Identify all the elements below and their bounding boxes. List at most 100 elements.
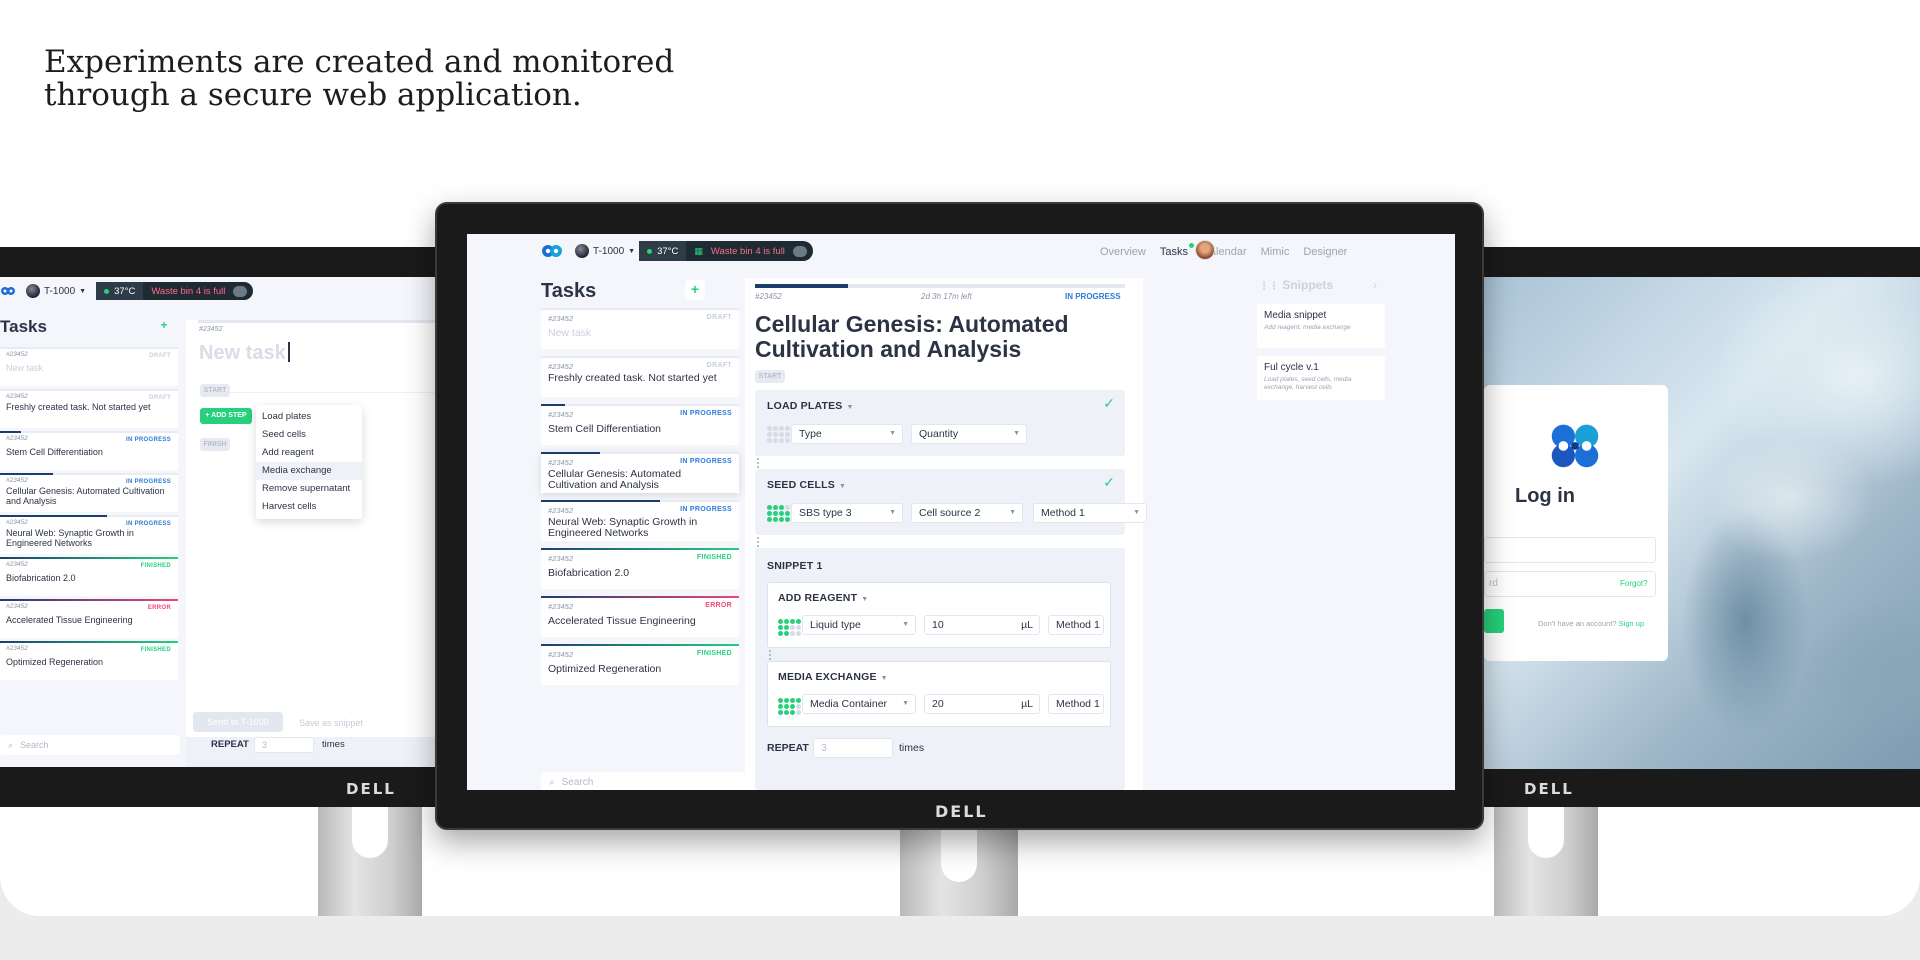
chat-icon[interactable] [233, 285, 248, 297]
task-list-item[interactable]: #23452 ERROR Accelerated Tissue Engineerin… [541, 596, 739, 637]
menu-item[interactable]: Harvest cells [256, 498, 362, 516]
start-chip: START [755, 370, 785, 383]
editor-task-id: #23452 [199, 326, 223, 333]
volume-input[interactable]: 10 µL [924, 615, 1040, 635]
repeat-count-input[interactable]: 3 [813, 738, 893, 758]
task-list-item[interactable]: #23452 DRAFT Freshly created task. Not sta… [541, 356, 739, 397]
menu-item[interactable]: Media exchange [256, 462, 362, 480]
chevron-down-icon: ▼ [902, 700, 909, 707]
media-container-select[interactable]: Media Container ▼ [802, 694, 916, 714]
task-list-item[interactable]: #23452 IN PROGRESS Neural Web: Synaptic Gr… [541, 500, 739, 541]
snippet-card[interactable]: Ful cycle v.1 Load plates, seed cells, me… [1257, 356, 1385, 400]
step-title[interactable]: MEDIA EXCHANGE ▼ [778, 671, 888, 683]
connector [757, 458, 759, 468]
method-select[interactable]: Method 1 [1048, 615, 1104, 635]
check-icon: ✓ [1103, 395, 1115, 411]
method-select[interactable]: Method 1 ▼ [1033, 503, 1147, 523]
plate-grid-icon [778, 619, 801, 636]
quantity-select[interactable]: Quantity ▼ [911, 424, 1027, 444]
task-list-item[interactable]: #23452 FINISHED Optimized Regeneration [541, 644, 739, 685]
task-list-item[interactable]: #23452 IN PROGRESS Neural Web: Synaptic Gr… [0, 515, 178, 554]
snippets-title: Snippets [1282, 278, 1334, 292]
sign-up-link[interactable]: Sign up [1619, 619, 1644, 628]
snippet-block: SNIPPET 1 ADD REAGENT ▼ Liquid type ▼ 10 µL… [755, 548, 1125, 790]
save-snippet-button[interactable]: Save as snippet [299, 718, 363, 728]
task-name-input[interactable]: New task [199, 342, 290, 365]
plate-type-select[interactable]: SBS type 3 ▼ [791, 503, 903, 523]
menu-item[interactable]: Seed cells [256, 426, 362, 444]
task-list-item[interactable]: #23452 IN PROGRESS Stem Cell Differentiati… [541, 404, 739, 445]
signup-prompt: Don't have an account? Sign up [1538, 619, 1644, 628]
warning-text: Waste bin 4 is full [151, 285, 226, 297]
task-name: Cellular Genesis: Automated Cultivation … [6, 486, 165, 506]
task-name: Accelerated Tissue Engineering [6, 615, 133, 625]
menu-item[interactable]: Add reagent [256, 444, 362, 462]
status-bar[interactable]: 37°C Waste bin 4 is full [96, 282, 254, 300]
task-list-item[interactable]: #23452 DRAFT Freshly created task. Not sta… [0, 389, 178, 428]
task-list-item[interactable]: #23452 DRAFT New task [541, 308, 739, 349]
device-selector[interactable]: T-1000 ▼ [575, 244, 635, 258]
menu-item[interactable]: Load plates [256, 408, 362, 426]
menu-item[interactable]: Remove supernatant [256, 480, 362, 498]
snippets-heading: ⋮⋮ Snippets [1259, 278, 1333, 292]
step-title[interactable]: LOAD PLATES ▼ [767, 400, 854, 412]
chat-icon[interactable] [792, 245, 807, 257]
task-list-item[interactable]: #23452 IN PROGRESS Cellular Genesis: Autom… [0, 473, 178, 512]
editor-divider [199, 392, 439, 393]
task-name: Optimized Regeneration [548, 663, 662, 675]
task-name: Biofabrication 2.0 [6, 573, 76, 583]
nav-designer[interactable]: Designer [1303, 246, 1347, 258]
task-list-item[interactable]: #23452 IN PROGRESS Stem Cell Differentiati… [0, 431, 178, 470]
task-list-item[interactable]: #23452 FINISHED Optimized Regeneration [0, 641, 178, 680]
task-name: Freshly created task. Not started yet [6, 402, 151, 412]
new-task-editor: #23452 New task START + ADD STEP FINISH … [186, 320, 440, 740]
search-input[interactable]: ⌕ Search [541, 772, 745, 790]
task-list-item[interactable]: #23452 FINISHED Biofabrication 2.0 [0, 557, 178, 596]
type-select[interactable]: Type ▼ [791, 424, 903, 444]
cell-source-value: Cell source 2 [919, 507, 981, 519]
left-search-input[interactable]: ⌕ Search [0, 735, 180, 755]
add-step-button[interactable]: + ADD STEP [200, 408, 252, 424]
cell-source-select[interactable]: Cell source 2 ▼ [911, 503, 1023, 523]
status-bar[interactable]: 37°C ▦ Waste bin 4 is full [639, 241, 813, 261]
step-title[interactable]: ADD REAGENT ▼ [778, 592, 868, 604]
brand-logo-icon[interactable] [541, 240, 563, 262]
email-field[interactable] [1484, 537, 1656, 563]
task-name: Neural Web: Synaptic Growth in Engineere… [6, 528, 134, 548]
main-nav: Overview Tasks Calendar Mimic Designer [1100, 243, 1347, 258]
add-task-button[interactable]: + [685, 280, 705, 300]
send-to-device-button[interactable]: Send to T-1000 [193, 712, 283, 732]
add-task-button[interactable]: + [155, 317, 173, 335]
task-name: Freshly created task. Not started yet [548, 372, 717, 384]
login-button[interactable] [1484, 609, 1504, 633]
password-placeholder: rd [1489, 578, 1498, 589]
user-avatar[interactable] [1195, 240, 1215, 260]
task-list-item[interactable]: #23452 IN PROGRESS Cellular Genesis: Autom… [541, 452, 739, 493]
volume-value: 10 [932, 619, 944, 631]
temperature-value: 37°C [657, 245, 679, 257]
repeat-count-input[interactable]: 3 [254, 737, 314, 753]
app-topbar: T-1000 ▼ 37°C ▦ Waste bin 4 is full [541, 240, 813, 262]
method-select[interactable]: Method 1 [1048, 694, 1104, 714]
task-list-item[interactable]: #23452 FINISHED Biofabrication 2.0 [541, 548, 739, 589]
chevron-right-icon[interactable]: › [1373, 278, 1377, 292]
nav-overview[interactable]: Overview [1100, 246, 1146, 258]
chevron-down-icon: ▼ [628, 247, 636, 255]
task-list-item[interactable]: #23452 DRAFT New task [0, 347, 178, 386]
temperature-badge: 37°C [96, 282, 144, 300]
nav-mimic[interactable]: Mimic [1261, 246, 1290, 258]
task-progress-track [541, 308, 739, 310]
chevron-down-icon: ▼ [861, 596, 869, 603]
finish-chip: FINISH [200, 438, 230, 451]
liquid-type-select[interactable]: Liquid type ▼ [802, 615, 916, 635]
chevron-down-icon: ▼ [1009, 509, 1016, 516]
volume-input[interactable]: 20 µL [924, 694, 1040, 714]
method-value: Method 1 [1056, 698, 1100, 710]
snippet-card[interactable]: Media snippet Add reagent, media exchange [1257, 304, 1385, 348]
task-status: FINISHED [696, 650, 732, 657]
nav-tasks[interactable]: Tasks [1160, 243, 1195, 258]
forgot-password-link[interactable]: Forgot? [1620, 579, 1648, 588]
task-list-item[interactable]: #23452 ERROR Accelerated Tissue Engineerin… [0, 599, 178, 638]
step-title[interactable]: SEED CELLS ▼ [767, 479, 846, 491]
device-selector[interactable]: T-1000 ▼ [26, 284, 86, 298]
